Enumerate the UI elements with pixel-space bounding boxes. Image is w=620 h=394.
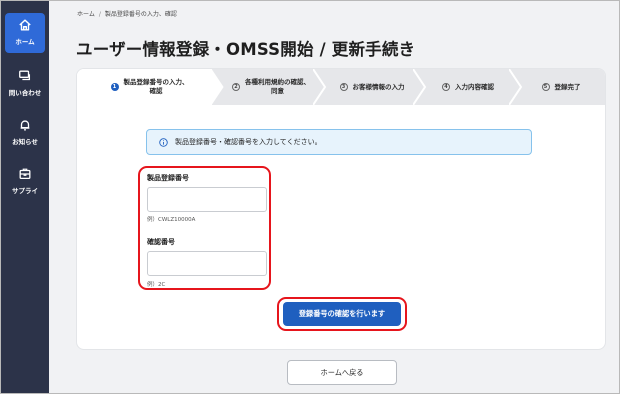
confirm-registration-button[interactable]: 登録番号の確認を行います [283,302,401,326]
step-label: お客様情報の入力 [352,82,405,91]
step-4: 4 入力内容確認 [423,69,513,105]
step-label: 各種利用規約の確認、 [245,78,310,87]
sidebar-item-home[interactable]: ホーム [5,13,45,53]
sidebar-item-label: サプライ [12,187,38,195]
progress-stepper: 1 製品登録番号の入力、 確認 2 各種利用規約の確認、 同意 3 お客様情報の入力… [77,69,605,105]
sidebar-item-label: ホーム [15,38,35,46]
sidebar-item-supply[interactable]: サプライ [5,162,45,202]
step-5: 5 登録完了 [521,69,601,105]
fields-highlight [138,166,271,290]
step-label: 登録完了 [554,82,581,91]
form-card: 1 製品登録番号の入力、 確認 2 各種利用規約の確認、 同意 3 お客様情報の入力… [76,68,606,350]
breadcrumb-separator: / [98,11,101,18]
step-label-line2: 同意 [271,87,284,95]
chat-icon [5,68,45,86]
step-number: 1 [110,83,119,91]
sidebar: ホーム 問い合わせ お知らせ サプライ [1,1,49,393]
info-message-text: 製品登録番号・確認番号を入力してください。 [175,138,322,146]
page-title: ユーザー情報登録・OMSS開始 / 更新手続き [76,40,416,59]
step-label: 製品登録番号の入力、 [123,78,189,87]
sidebar-item-label: 問い合わせ [8,89,42,97]
step-2: 2 各種利用規約の確認、 同意 [225,69,317,105]
main-content: ホーム / 製品登録番号の入力、確認 ユーザー情報登録・OMSS開始 / 更新手続き… [49,1,619,393]
step-3: 3 お客様情報の入力 [327,69,417,105]
step-number: 2 [232,83,240,91]
step-1: 1 製品登録番号の入力、 確認 [87,69,212,105]
breadcrumb: ホーム / 製品登録番号の入力、確認 [77,9,177,18]
step-number: 3 [339,83,348,91]
step-divider [211,69,224,105]
step-number: 5 [541,83,550,91]
step-label: 入力内容確認 [455,82,494,91]
bell-icon [5,117,45,135]
breadcrumb-home-link[interactable]: ホーム [77,11,95,18]
back-to-home-button[interactable]: ホームへ戻る [287,360,397,385]
sidebar-item-label: お知らせ [12,138,38,146]
step-label-line2: 確認 [149,87,163,95]
info-message: 製品登録番号・確認番号を入力してください。 [146,129,532,155]
breadcrumb-current: 製品登録番号の入力、確認 [104,11,177,18]
sidebar-item-contact[interactable]: 問い合わせ [5,64,45,104]
step-number: 4 [442,83,450,91]
info-icon [159,137,168,147]
sidebar-item-news[interactable]: お知らせ [5,113,45,153]
supply-box-icon [5,166,45,184]
home-icon [5,17,45,35]
